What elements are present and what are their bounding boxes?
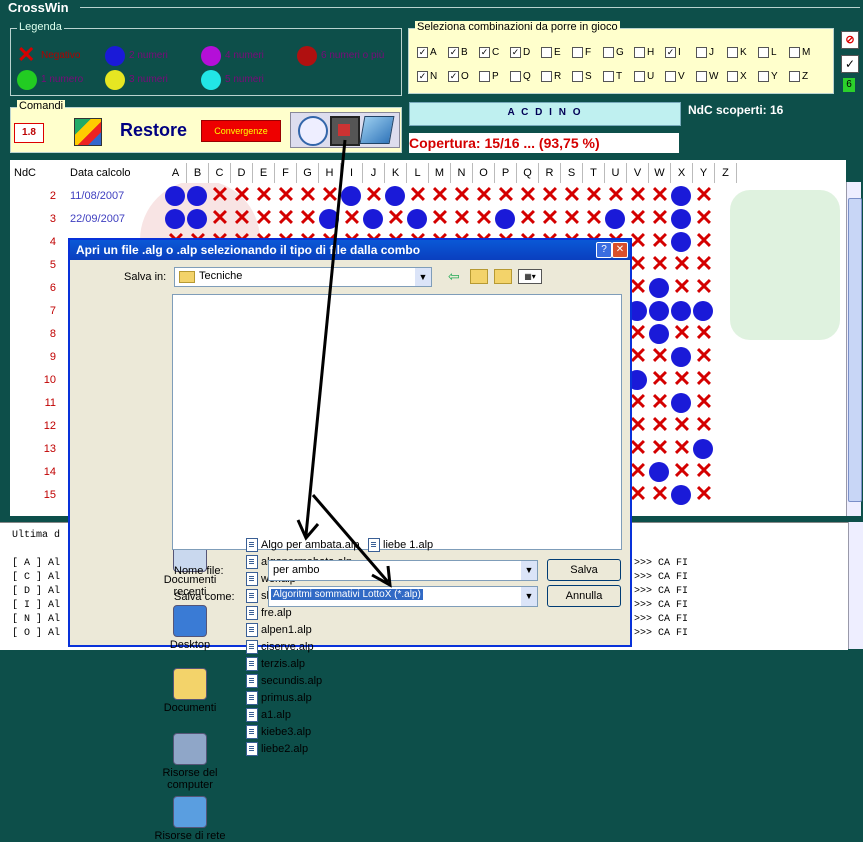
my-computer-icon (173, 733, 207, 765)
place-3[interactable]: Risorse del computer (150, 733, 230, 791)
place-label: Risorse di rete (154, 830, 226, 842)
file-item[interactable]: kiebe3.alp (246, 725, 311, 739)
place-4[interactable]: Risorse di rete (150, 796, 230, 842)
alp-file-icon (246, 674, 258, 688)
network-icon (173, 796, 207, 828)
alp-file-icon (246, 725, 258, 739)
annotation-arrows (296, 139, 392, 588)
file-item[interactable]: a1.alp (246, 708, 291, 722)
file-item[interactable]: secundis.alp (246, 674, 322, 688)
file-item[interactable]: liebe2.alp (246, 742, 308, 756)
place-label: Risorse del computer (162, 767, 218, 791)
alp-file-icon (246, 742, 258, 756)
file-name: liebe2.alp (261, 743, 309, 755)
file-name: kiebe3.alp (261, 726, 312, 738)
file-item[interactable]: terzis.alp (246, 657, 305, 671)
alp-file-icon (246, 691, 258, 705)
alp-file-icon (246, 657, 258, 671)
file-name: secundis.alp (261, 675, 323, 687)
file-item[interactable]: primus.alp (246, 691, 312, 705)
alp-file-icon (246, 708, 258, 722)
file-name: terzis.alp (261, 658, 306, 670)
file-name: a1.alp (261, 709, 291, 721)
documents-icon (173, 668, 207, 700)
arrow-to-filetype (311, 494, 392, 588)
arrow-toolbar-to-filename (296, 139, 347, 541)
place-label: Documenti (163, 702, 217, 714)
place-2[interactable]: Documenti (150, 668, 230, 714)
file-name: primus.alp (261, 692, 312, 704)
